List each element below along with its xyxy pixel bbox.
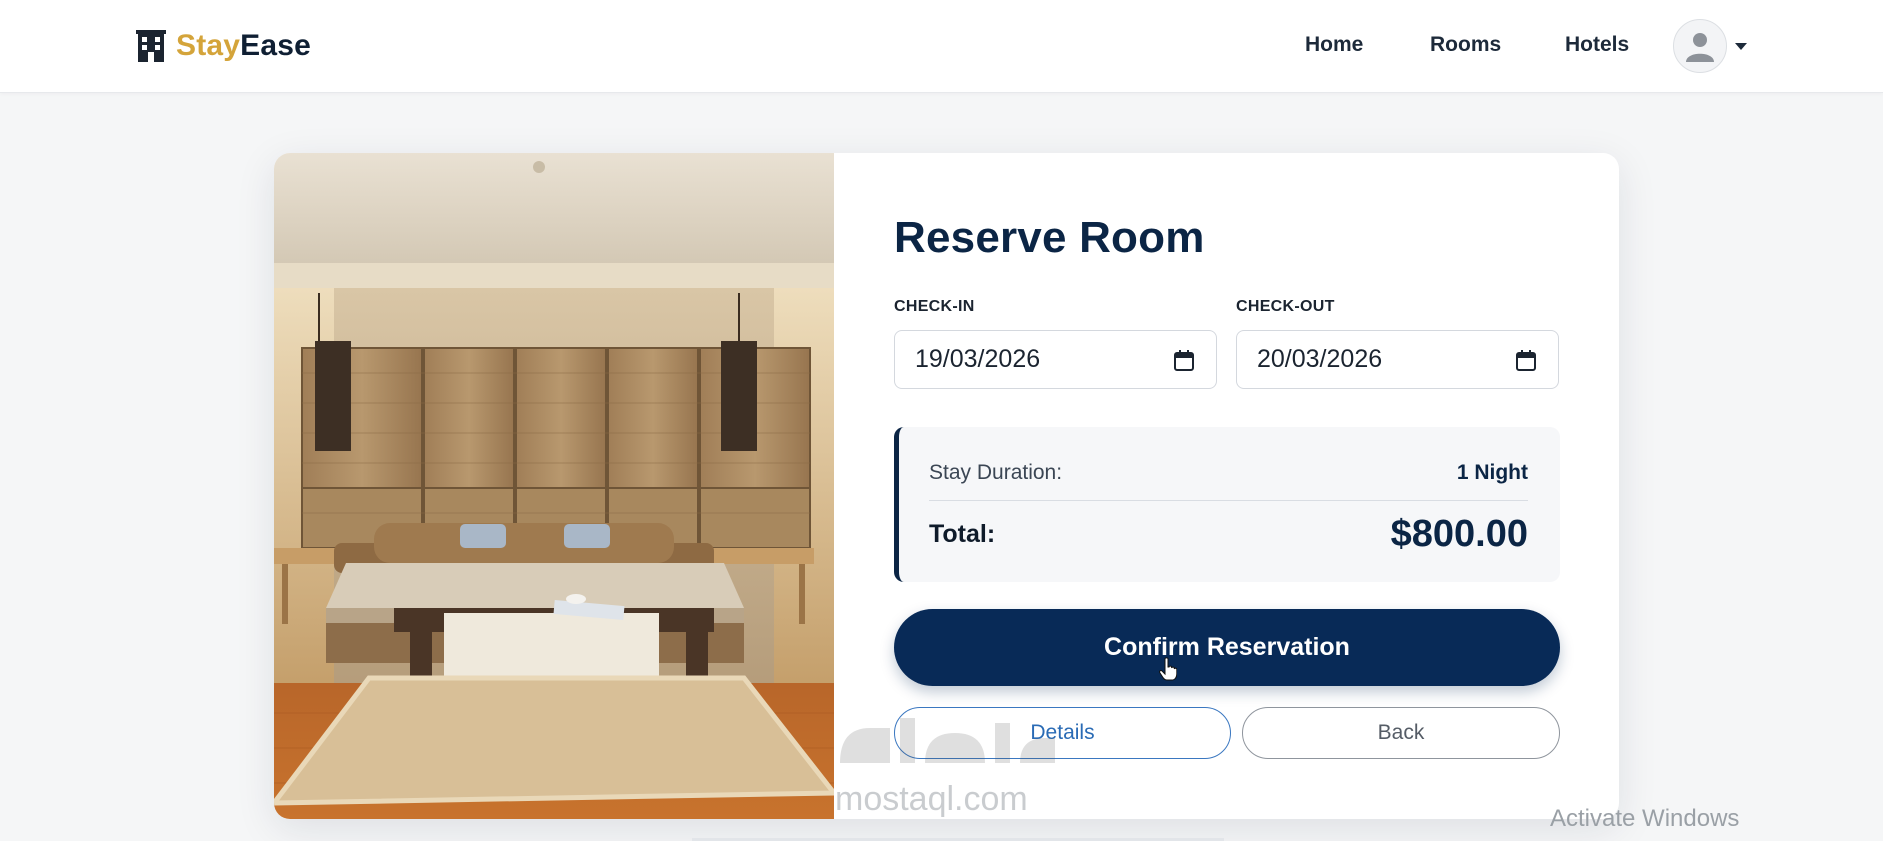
details-button[interactable]: Details (894, 707, 1231, 759)
brand-logo[interactable]: StayEase (136, 28, 311, 64)
page-title: Reserve Room (894, 213, 1205, 262)
brand-name-accent: Stay (176, 29, 241, 62)
back-button[interactable]: Back (1242, 707, 1560, 759)
total-row: Total: $800.00 (929, 513, 1528, 556)
nav-home-link[interactable]: Home (1305, 33, 1363, 57)
duration-value: 1 Night (1456, 461, 1528, 484)
checkout-date-value: 20/03/2026 (1257, 345, 1383, 373)
checkin-date-value: 19/03/2026 (915, 345, 1041, 373)
summary-divider (929, 500, 1528, 501)
confirm-reservation-button[interactable]: Confirm Reservation (894, 609, 1560, 686)
navbar: StayEase Home Rooms Hotels (0, 0, 1883, 93)
nav-rooms-link[interactable]: Rooms (1430, 33, 1501, 57)
brand-name-rest: Ease (240, 29, 312, 62)
checkin-date-input[interactable]: 19/03/2026 (894, 330, 1217, 389)
building-icon (136, 30, 166, 62)
user-avatar-icon (1673, 19, 1727, 73)
calendar-icon[interactable] (1174, 350, 1194, 371)
price-summary: Stay Duration: 1 Night Total: $800.00 (894, 427, 1560, 582)
calendar-icon[interactable] (1516, 350, 1536, 371)
checkout-date-input[interactable]: 20/03/2026 (1236, 330, 1559, 389)
brand-name: StayEase (176, 29, 311, 63)
caret-down-icon (1735, 42, 1747, 50)
nav-hotels-link[interactable]: Hotels (1565, 33, 1629, 57)
total-value: $800.00 (1390, 513, 1528, 555)
duration-label: Stay Duration: (929, 461, 1063, 484)
total-label: Total: (929, 520, 996, 548)
reservation-card: Reserve Room CHECK-IN CHECK-OUT 19/03/20… (274, 153, 1619, 819)
checkin-label: CHECK-IN (894, 298, 975, 315)
user-menu-toggle[interactable] (1673, 19, 1747, 73)
duration-row: Stay Duration: 1 Night (929, 461, 1528, 485)
reservation-form: Reserve Room CHECK-IN CHECK-OUT 19/03/20… (894, 153, 1564, 819)
room-photo (274, 153, 834, 819)
checkout-label: CHECK-OUT (1236, 298, 1335, 315)
